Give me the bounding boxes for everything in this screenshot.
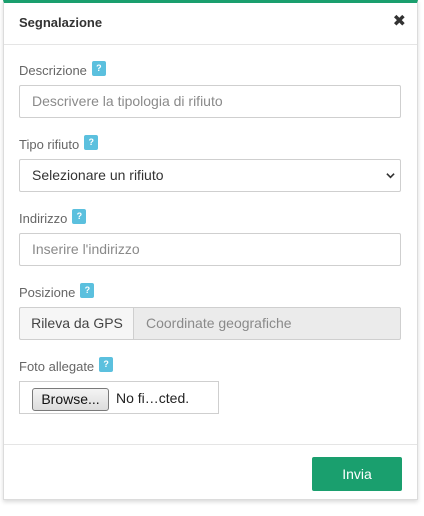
modal-header: Segnalazione ✖ bbox=[4, 3, 417, 45]
photos-label: Foto allegate? bbox=[19, 357, 114, 374]
waste-type-selected: Selezionare un rifiuto bbox=[32, 167, 164, 183]
address-label: Indirizzo? bbox=[19, 209, 87, 226]
coordinates-input[interactable]: Coordinate geografiche bbox=[133, 307, 401, 340]
address-placeholder: Inserire l'indirizzo bbox=[32, 241, 140, 257]
waste-type-label-text: Tipo rifiuto bbox=[19, 137, 80, 152]
file-status: No fi…cted. bbox=[116, 390, 190, 406]
position-label: Posizione? bbox=[19, 283, 95, 300]
submit-button[interactable]: Invia bbox=[312, 457, 402, 491]
description-input[interactable]: Descrivere la tipologia di rifiuto bbox=[19, 85, 401, 118]
help-icon[interactable]: ? bbox=[72, 209, 87, 224]
help-icon[interactable]: ? bbox=[84, 135, 99, 150]
help-icon[interactable]: ? bbox=[91, 61, 106, 76]
description-label: Descrizione? bbox=[19, 61, 106, 78]
modal-title: Segnalazione bbox=[19, 15, 103, 30]
photos-label-text: Foto allegate bbox=[19, 359, 95, 374]
chevron-down-icon bbox=[386, 173, 395, 179]
address-input[interactable]: Inserire l'indirizzo bbox=[19, 233, 401, 266]
close-icon[interactable]: ✖ bbox=[393, 14, 406, 30]
browse-button[interactable]: Browse... bbox=[32, 388, 109, 411]
report-modal: Segnalazione ✖ Descrizione? Descrivere l… bbox=[3, 0, 418, 500]
help-icon[interactable]: ? bbox=[99, 357, 114, 372]
description-label-text: Descrizione bbox=[19, 63, 87, 78]
waste-type-select[interactable]: Selezionare un rifiuto bbox=[19, 159, 401, 192]
description-placeholder: Descrivere la tipologia di rifiuto bbox=[32, 93, 223, 109]
file-input[interactable]: Browse... No fi…cted. bbox=[19, 381, 219, 414]
gps-button[interactable]: Rileva da GPS bbox=[19, 307, 134, 340]
modal-footer: Invia bbox=[4, 444, 417, 500]
waste-type-label: Tipo rifiuto? bbox=[19, 135, 99, 152]
position-label-text: Posizione bbox=[19, 285, 76, 300]
address-label-text: Indirizzo bbox=[19, 211, 68, 226]
help-icon[interactable]: ? bbox=[80, 283, 95, 298]
coordinates-placeholder: Coordinate geografiche bbox=[146, 315, 292, 331]
